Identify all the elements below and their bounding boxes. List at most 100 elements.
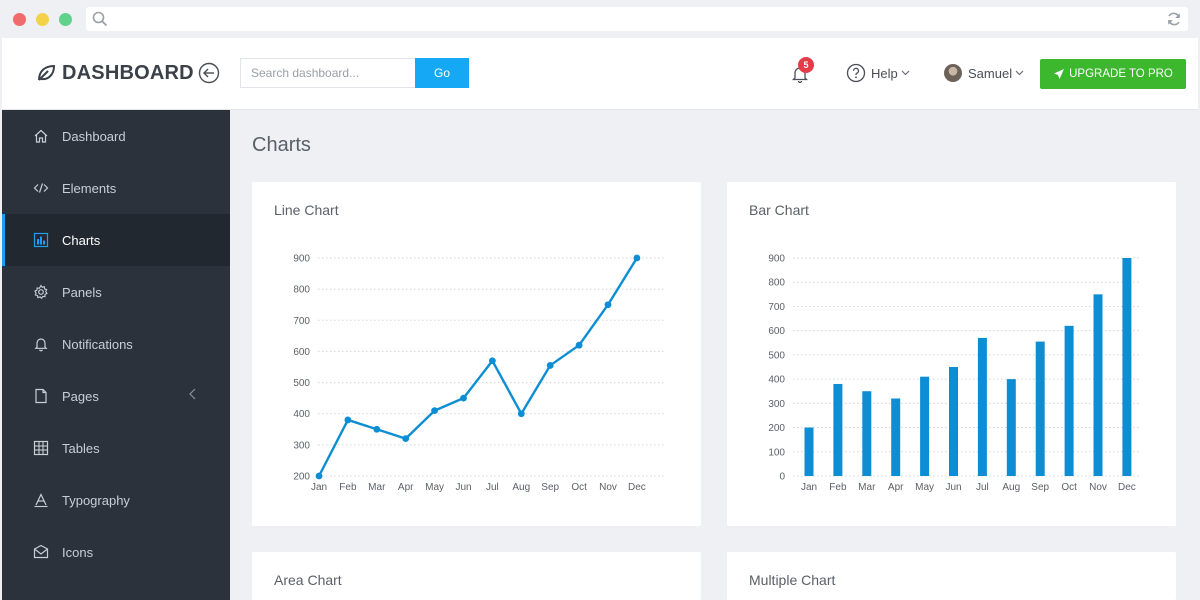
bar bbox=[1006, 379, 1016, 476]
sidebar-item-panels[interactable]: Panels bbox=[2, 266, 230, 318]
sidebar-item-elements[interactable]: Elements bbox=[2, 162, 230, 214]
data-point bbox=[402, 435, 410, 443]
bar-chart: 0 100 200 300 400 500 600 700 800 900 Jan Feb Mar Apr… bbox=[768, 254, 1139, 493]
y-tick-label: 0 bbox=[779, 472, 785, 483]
x-tick-label: May bbox=[425, 482, 444, 493]
sidebar-item-dashboard[interactable]: Dashboard bbox=[2, 110, 230, 162]
y-tick-label: 900 bbox=[768, 254, 785, 265]
bar bbox=[1035, 341, 1045, 476]
y-tick-label: 600 bbox=[768, 326, 785, 337]
upgrade-label: UPGRADE TO PRO bbox=[1069, 68, 1173, 80]
bar bbox=[977, 337, 987, 476]
x-tick-label: Jan bbox=[311, 482, 327, 493]
area-chart-card: Area Chart bbox=[252, 552, 701, 600]
data-point bbox=[315, 472, 323, 480]
x-tick-label: Oct bbox=[571, 482, 587, 493]
y-tick-label: 800 bbox=[293, 285, 310, 296]
page-title: Charts bbox=[252, 134, 311, 156]
home-icon bbox=[32, 127, 50, 145]
x-tick-label: Dec bbox=[628, 482, 646, 493]
x-tick-label: Aug bbox=[1002, 482, 1020, 493]
sidebar-item-label: Notifications bbox=[62, 336, 133, 352]
bar bbox=[833, 383, 843, 476]
data-point bbox=[604, 301, 612, 309]
y-tick-label: 800 bbox=[768, 278, 785, 289]
line-chart: 200 300 400 500 600 700 800 900 Jan Feb Mar Apr May J… bbox=[293, 254, 664, 493]
address-bar[interactable] bbox=[86, 7, 1188, 31]
y-tick-label: 500 bbox=[768, 350, 785, 361]
x-tick-label: Feb bbox=[339, 482, 357, 493]
arrow-left-circle-icon bbox=[198, 62, 220, 84]
user-menu[interactable]: Samuel bbox=[944, 62, 1024, 84]
x-tick-label: Sep bbox=[1031, 482, 1049, 493]
data-point bbox=[460, 394, 467, 402]
bar bbox=[804, 427, 814, 476]
bell-icon bbox=[32, 335, 50, 353]
sidebar-item-typography[interactable]: Typography bbox=[2, 474, 230, 526]
chevron-down-icon bbox=[901, 70, 910, 76]
avatar bbox=[944, 64, 962, 82]
minimize-window-button[interactable] bbox=[36, 13, 49, 26]
sidebar-item-label: Pages bbox=[62, 388, 99, 404]
sidebar-item-label: Panels bbox=[62, 284, 102, 300]
search-input[interactable] bbox=[240, 58, 416, 88]
series-line bbox=[317, 257, 638, 477]
x-tick-label: Jun bbox=[455, 482, 471, 493]
chevron-down-icon bbox=[1015, 70, 1024, 76]
chevron-left-icon bbox=[189, 388, 196, 403]
bar bbox=[949, 367, 958, 476]
user-name: Samuel bbox=[968, 65, 1013, 81]
x-tick-label: Apr bbox=[398, 482, 414, 493]
data-point bbox=[344, 416, 352, 424]
bar-chart-icon bbox=[32, 231, 50, 249]
table-icon bbox=[32, 439, 50, 457]
y-tick-label: 400 bbox=[293, 409, 310, 420]
brand-name: DASHBOARD bbox=[62, 61, 194, 84]
y-tick-label: 500 bbox=[293, 378, 310, 389]
x-tick-label: May bbox=[915, 482, 934, 493]
code-icon bbox=[32, 179, 50, 197]
sidebar-item-label: Elements bbox=[62, 180, 117, 196]
top-header: DASHBOARD Go 5 Help Samuel UPGRADE TO PR… bbox=[2, 38, 1198, 110]
upgrade-to-pro-button[interactable]: UPGRADE TO PRO bbox=[1040, 59, 1186, 89]
bar-chart-card: Bar Chart 0 100 200 300 400 500 600 700 800 900 Ja… bbox=[727, 182, 1176, 526]
font-icon bbox=[32, 491, 50, 509]
bar bbox=[1122, 258, 1132, 476]
y-tick-label: 400 bbox=[768, 375, 785, 386]
data-point bbox=[431, 407, 438, 414]
x-tick-label: Oct bbox=[1061, 482, 1077, 493]
sidebar-item-tables[interactable]: Tables bbox=[2, 422, 230, 474]
reload-icon[interactable] bbox=[1166, 11, 1182, 32]
sidebar-item-pages[interactable]: Pages bbox=[2, 370, 230, 422]
x-tick-label: Apr bbox=[888, 482, 904, 493]
y-tick-label: 100 bbox=[768, 447, 785, 458]
x-tick-label: Dec bbox=[1118, 482, 1136, 493]
multiple-chart-card: Multiple Chart bbox=[727, 552, 1176, 600]
maximize-window-button[interactable] bbox=[59, 13, 72, 26]
line-chart-card: Line Chart 200 300 400 500 600 700 800 900 Jan Fe… bbox=[252, 182, 701, 526]
x-tick-label: Jul bbox=[976, 482, 989, 493]
bar bbox=[1064, 325, 1074, 476]
rocket-icon bbox=[1054, 69, 1065, 79]
sidebar-item-label: Tables bbox=[62, 440, 100, 456]
collapse-sidebar-button[interactable] bbox=[198, 62, 220, 84]
x-tick-label: Mar bbox=[368, 482, 386, 493]
data-point bbox=[489, 357, 496, 365]
go-button[interactable]: Go bbox=[415, 58, 469, 88]
help-menu[interactable]: Help bbox=[846, 63, 910, 83]
sidebar-item-label: Typography bbox=[62, 492, 130, 508]
data-point bbox=[373, 425, 381, 433]
sidebar: Dashboard Elements Charts Panels Notific… bbox=[2, 110, 230, 600]
y-tick-label: 600 bbox=[293, 347, 310, 358]
sidebar-item-charts[interactable]: Charts bbox=[2, 214, 230, 266]
x-tick-label: Feb bbox=[829, 482, 847, 493]
y-tick-label: 300 bbox=[768, 399, 785, 410]
brand[interactable]: DASHBOARD bbox=[36, 60, 194, 86]
close-window-button[interactable] bbox=[13, 13, 26, 26]
sidebar-item-notifications[interactable]: Notifications bbox=[2, 318, 230, 370]
y-tick-label: 300 bbox=[293, 440, 310, 451]
y-tick-label: 200 bbox=[768, 423, 785, 434]
bar bbox=[1093, 294, 1103, 476]
search-icon bbox=[92, 11, 108, 32]
sidebar-item-icons[interactable]: Icons bbox=[2, 526, 230, 578]
